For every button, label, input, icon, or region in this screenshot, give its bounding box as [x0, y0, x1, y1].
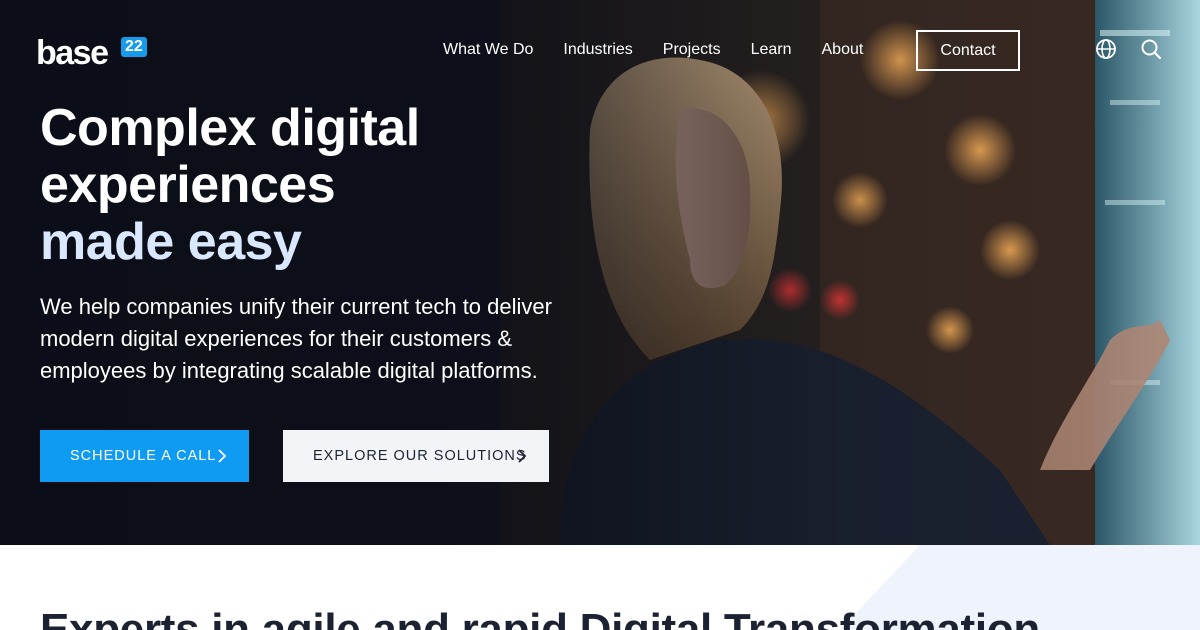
nav-item-what-we-do[interactable]: What We Do: [443, 41, 533, 59]
logo-wordmark: base: [36, 34, 109, 72]
globe-icon[interactable]: [1095, 38, 1117, 60]
chevron-right-icon: [218, 449, 227, 463]
contact-button[interactable]: Contact: [916, 30, 1020, 71]
headline-line-2: experiences: [40, 156, 336, 214]
logo[interactable]: base 22: [36, 34, 147, 72]
nav-item-industries[interactable]: Industries: [563, 41, 632, 59]
intro-section: Experts in agile and rapid Digital Trans…: [0, 545, 1200, 630]
section-title: Experts in agile and rapid Digital Trans…: [40, 605, 1040, 630]
explore-solutions-label: EXPLORE OUR SOLUTIONS: [313, 448, 527, 464]
headline-accent: made easy: [40, 213, 302, 271]
hero-subtext: We help companies unify their current te…: [40, 294, 552, 383]
hero-headline: Complex digital experiences made easy: [40, 100, 600, 271]
nav-item-learn[interactable]: Learn: [751, 41, 792, 59]
nav-item-about[interactable]: About: [822, 41, 864, 59]
schedule-call-label: SCHEDULE A CALL: [70, 448, 217, 464]
nav-item-projects[interactable]: Projects: [663, 41, 721, 59]
headline-line-1: Complex digital: [40, 99, 420, 157]
hero-section: base 22 What We Do Industries Projects L…: [0, 0, 1200, 545]
chevron-right-icon: [518, 449, 527, 463]
search-icon[interactable]: [1140, 38, 1162, 60]
main-nav: What We Do Industries Projects Learn Abo…: [443, 30, 893, 70]
logo-badge: 22: [121, 37, 147, 57]
explore-solutions-button[interactable]: EXPLORE OUR SOLUTIONS: [283, 430, 549, 482]
schedule-call-button[interactable]: SCHEDULE A CALL: [40, 430, 249, 482]
